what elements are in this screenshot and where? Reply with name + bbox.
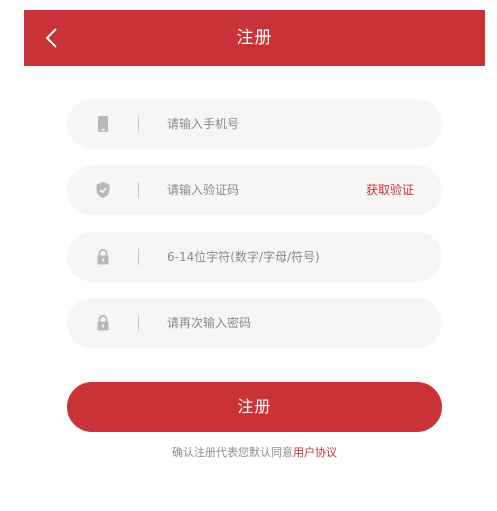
- confirm-password-field: [67, 298, 442, 348]
- field-divider: [138, 249, 139, 265]
- lock-icon: [93, 313, 113, 333]
- user-agreement-link[interactable]: 用户协议: [293, 446, 337, 459]
- app-header: 注册: [24, 10, 485, 66]
- phone-input[interactable]: [167, 99, 347, 149]
- password-input[interactable]: [167, 232, 407, 282]
- shield-check-icon: [93, 180, 113, 200]
- field-divider: [138, 315, 139, 331]
- field-divider: [138, 116, 139, 132]
- agreement-text: 确认注册代表您默认同意: [172, 446, 293, 459]
- phone-icon: [93, 114, 113, 134]
- field-divider: [138, 182, 139, 198]
- password-field: [67, 232, 442, 282]
- phone-field: [67, 99, 442, 149]
- back-button[interactable]: [42, 26, 64, 50]
- verification-code-input[interactable]: [167, 165, 347, 215]
- register-button[interactable]: 注册: [67, 382, 442, 432]
- lock-icon: [93, 247, 113, 267]
- agreement-notice: 确认注册代表您默认同意用户协议: [0, 444, 497, 460]
- verification-code-field: 获取验证: [67, 165, 442, 215]
- chevron-left-icon: [45, 28, 57, 48]
- confirm-password-input[interactable]: [167, 298, 347, 348]
- page-title: 注册: [236, 28, 273, 48]
- get-code-button[interactable]: 获取验证: [366, 165, 414, 215]
